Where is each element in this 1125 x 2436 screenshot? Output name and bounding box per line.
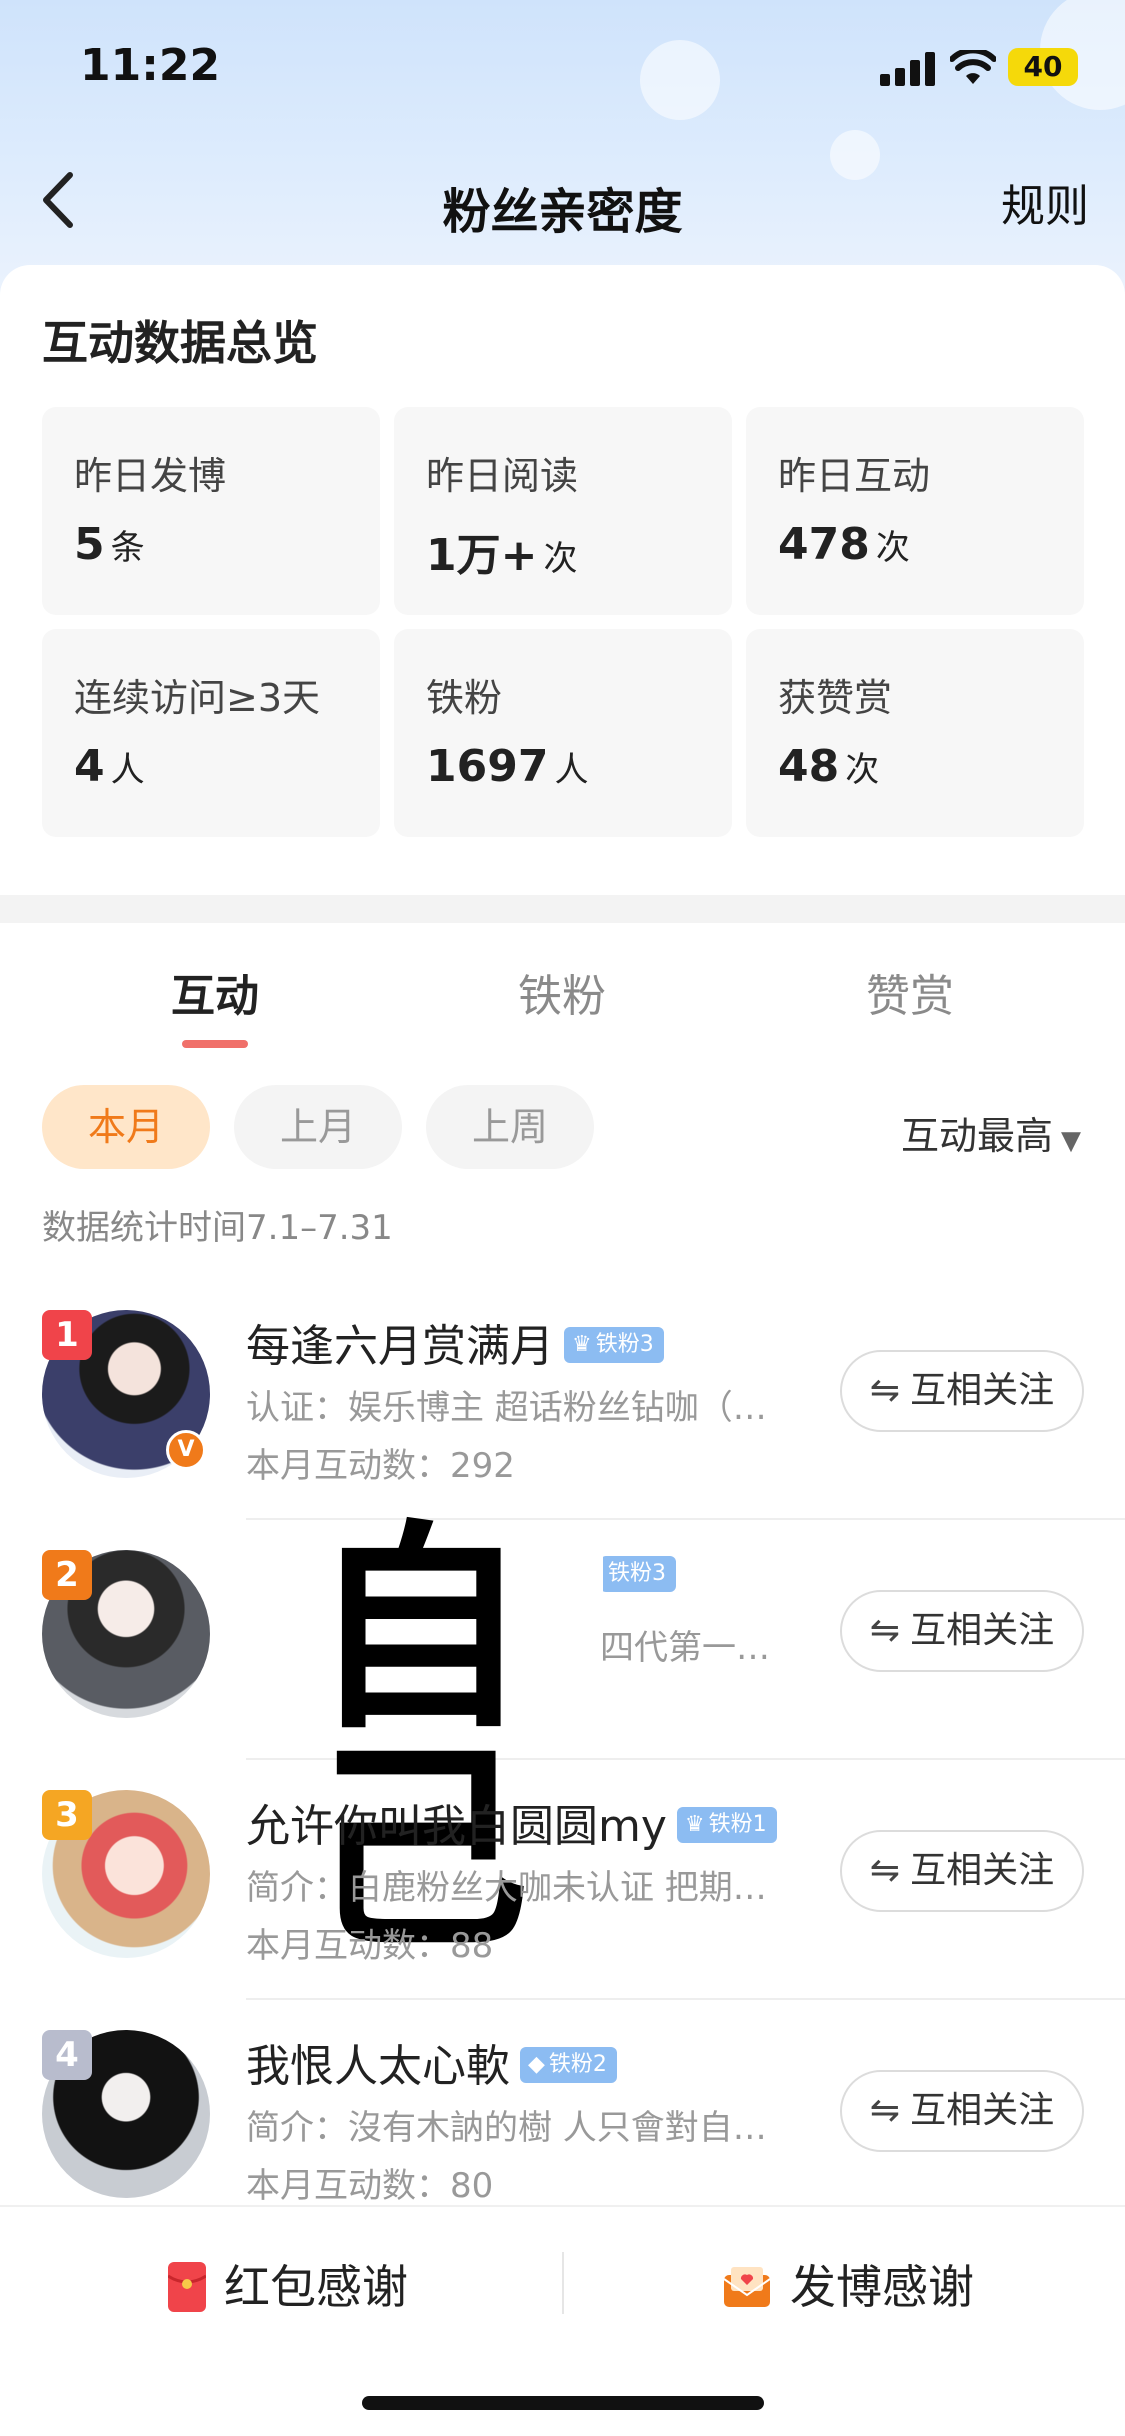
fan-interaction-count: 本月互动数：88: [246, 1926, 494, 1966]
rank-badge: 2: [42, 1550, 92, 1600]
mutual-follow-button[interactable]: ⇋ 互相关注: [840, 1590, 1084, 1672]
mutual-follow-button[interactable]: ⇋ 互相关注: [840, 1350, 1084, 1432]
sort-label: 互动最高: [900, 1114, 1053, 1158]
stat-label: 昨日阅读: [426, 454, 579, 498]
fan-list-item[interactable]: 1 V 每逢六月赏满月 ♛ 铁粉3 认证：娱乐博主 超话粉丝钻咖（… 本月互动数：2…: [0, 1310, 1125, 1550]
verified-icon: V: [166, 1430, 206, 1470]
fan-name: 每逢六月赏满月 ♛ 铁粉3: [246, 1310, 664, 1374]
stat-cell-posts: 昨日发博 5条: [42, 407, 380, 615]
stat-cell-visits: 连续访问≥3天 4人: [42, 629, 380, 837]
stat-value: 48 次: [778, 741, 880, 792]
stat-cell-rewards: 获赞赏 48 次: [746, 629, 1084, 837]
fan-description: 认证：娱乐博主 超话粉丝钻咖（…: [246, 1388, 767, 1428]
stat-cell-reads: 昨日阅读 1万+ 次: [394, 407, 732, 615]
stat-cell-iron-fans: 铁粉 1697 人: [394, 629, 732, 837]
tab-bar: 互动 铁粉 赞赏: [0, 960, 1125, 1050]
wifi-icon: [950, 50, 996, 84]
status-bar: 11:22 40: [0, 0, 1125, 130]
tab-iron-fans[interactable]: 铁粉: [462, 960, 662, 1024]
stat-value: 1697 人: [426, 741, 589, 792]
page-title: 粉丝亲密度: [442, 184, 683, 240]
nav-bar: 粉丝亲密度 规则: [0, 150, 1125, 250]
crown-icon: ♛: [684, 1812, 705, 1837]
row-divider: [246, 1998, 1125, 2000]
home-indicator: [362, 2396, 764, 2410]
mutual-follow-button[interactable]: ⇋ 互相关注: [840, 2070, 1084, 2152]
stat-label: 铁粉: [426, 676, 503, 720]
crown-icon: ♛: [572, 1332, 592, 1357]
stat-label: 连续访问≥3天: [74, 676, 321, 720]
mutual-follow-button[interactable]: ⇋ 互相关注: [840, 1830, 1084, 1912]
fan-interaction-count: 本月互动数：292: [246, 1446, 515, 1486]
fan-name: 我恨人太心軟 ◆ 铁粉2: [246, 2030, 617, 2094]
iron-fan-badge: ♛ 铁粉1: [676, 1807, 777, 1843]
rank-badge: 1: [42, 1310, 92, 1360]
sort-dropdown[interactable]: 互动最高 ▼: [901, 1105, 1081, 1160]
rank-badge: 3: [42, 1790, 92, 1840]
censor-overlay-text: 自己: [228, 1520, 603, 1960]
red-packet-thanks-button[interactable]: 红包感谢: [168, 2247, 408, 2327]
red-packet-icon: [168, 2261, 206, 2312]
swap-icon: ⇋: [869, 1850, 901, 1891]
swap-icon: ⇋: [869, 1370, 901, 1411]
filter-last-month[interactable]: 上月: [234, 1085, 402, 1169]
stat-period-text: 数据统计时间7.1–7.31: [42, 1208, 393, 1248]
swap-icon: ⇋: [869, 1610, 901, 1651]
stat-value: 5条: [74, 519, 145, 570]
tab-rewards[interactable]: 赞赏: [810, 960, 1010, 1024]
fan-name: 允许你叫我白圆圆my ♛ 铁粉1: [246, 1790, 777, 1854]
post-thanks-button[interactable]: 发博感谢: [722, 2247, 974, 2327]
stat-label: 获赞赏: [778, 676, 893, 720]
swap-icon: ⇋: [869, 2090, 901, 2131]
rules-button[interactable]: 规则: [1001, 170, 1089, 234]
overview-title: 互动数据总览: [42, 316, 318, 370]
active-tab-indicator: [182, 1040, 248, 1048]
stat-cell-interactions: 昨日互动 478 次: [746, 407, 1084, 615]
fan-description: 四代第一…: [600, 1628, 770, 1668]
overview-card: 互动数据总览 昨日发博 5条 昨日阅读 1万+ 次 昨日互动 478 次 连续访问≥…: [0, 265, 1125, 895]
battery-indicator: 40: [1008, 48, 1078, 86]
iron-fan-badge: ◆ 铁粉2: [520, 2047, 617, 2083]
stat-label: 昨日发博: [74, 454, 227, 498]
stat-label: 昨日互动: [778, 454, 931, 498]
caret-down-icon: ▼: [1061, 1126, 1081, 1156]
bottom-separator: [562, 2252, 564, 2314]
fan-list-item[interactable]: 3 允许你叫我白圆圆my ♛ 铁粉1 简介：白鹿粉丝大咖未认证 把期… 本月互动数：…: [0, 1790, 1125, 2030]
fan-interaction-count: 本月互动数：80: [246, 2166, 494, 2206]
fan-description: 简介：沒有木訥的樹 人只會對自…: [246, 2108, 767, 2148]
envelope-heart-icon: [723, 2266, 771, 2307]
stat-value: 478 次: [778, 519, 910, 570]
fan-name: 铁粉3: [600, 1550, 676, 1601]
stat-value: 1万+ 次: [426, 530, 578, 581]
iron-fan-badge: ♛ 铁粉3: [564, 1327, 664, 1363]
tab-interaction[interactable]: 互动: [115, 960, 315, 1024]
stat-value: 4人: [74, 741, 145, 792]
fan-description: 简介：白鹿粉丝大咖未认证 把期…: [246, 1868, 767, 1908]
cellular-signal-icon: [880, 52, 936, 86]
diamond-icon: ◆: [528, 2052, 545, 2077]
section-divider: [0, 895, 1125, 923]
status-time: 11:22: [80, 40, 221, 91]
iron-fan-badge: 铁粉3: [600, 1556, 676, 1592]
rank-badge: 4: [42, 2030, 92, 2080]
filter-this-month[interactable]: 本月: [42, 1085, 210, 1169]
filter-last-week[interactable]: 上周: [426, 1085, 594, 1169]
